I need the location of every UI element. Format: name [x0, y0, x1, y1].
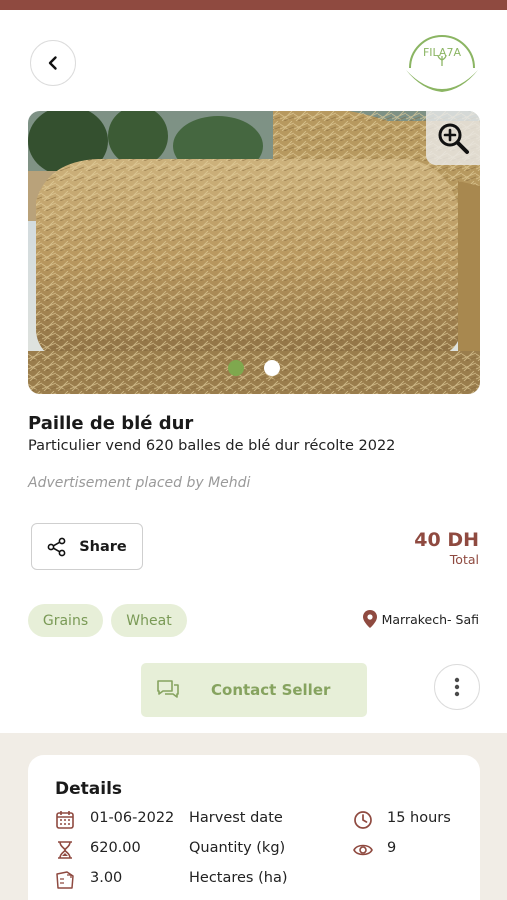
details-title: Details	[55, 779, 123, 799]
chat-icon	[157, 680, 179, 698]
listing-subtitle: Particulier vend 620 balles de blé dur r…	[28, 438, 396, 454]
carousel-indicators	[28, 360, 480, 376]
harvest-date-value: 01-06-2022	[90, 810, 175, 826]
quantity-value: 620.00	[90, 840, 141, 856]
carousel-dot-active[interactable]	[228, 360, 244, 376]
more-options-button[interactable]	[434, 664, 480, 710]
harvest-date-label: Harvest date	[189, 810, 283, 826]
listing-title: Paille de blé dur	[28, 413, 194, 434]
chevron-left-icon	[48, 56, 57, 70]
location-label: Marrakech- Safi	[381, 611, 479, 627]
price-amount: 40 DH	[414, 529, 479, 551]
back-button[interactable]	[30, 40, 76, 86]
contact-seller-button[interactable]: Contact Seller	[141, 663, 367, 717]
quantity-label: Quantity (kg)	[189, 840, 286, 856]
details-card: Details 01-06-2022 Harvest date 15 hours…	[28, 755, 480, 900]
hourglass-icon	[58, 841, 72, 859]
tag-wheat[interactable]: Wheat	[111, 604, 187, 637]
detail-row-harvest: 01-06-2022 Harvest date 15 hours	[28, 808, 480, 832]
tag-grains[interactable]: Grains	[28, 604, 103, 637]
detail-row-quantity: 620.00 Quantity (kg) 9	[28, 838, 480, 862]
hectares-value: 3.00	[90, 870, 123, 886]
location-pin-icon	[362, 610, 377, 628]
brand-logo[interactable]: FILA7A	[402, 28, 482, 98]
share-button[interactable]: Share	[31, 523, 143, 570]
field-area-icon	[56, 871, 74, 889]
hectares-label: Hectares (ha)	[189, 870, 288, 886]
carousel-dot[interactable]	[264, 360, 280, 376]
advertiser-note: Advertisement placed by Mehdi	[28, 475, 251, 491]
views-value: 9	[387, 840, 397, 856]
product-image-carousel[interactable]	[28, 111, 480, 394]
share-label: Share	[79, 538, 127, 555]
eye-icon	[353, 844, 373, 856]
calendar-icon	[56, 811, 74, 829]
straw-bale-photo	[28, 111, 480, 394]
clock-icon	[354, 811, 372, 829]
location: Marrakech- Safi	[362, 610, 479, 628]
posted-ago-value: 15 hours	[387, 810, 451, 826]
contact-seller-label: Contact Seller	[211, 681, 331, 699]
zoom-button[interactable]	[426, 111, 480, 165]
detail-row-hectares: 3.00 Hectares (ha)	[28, 868, 480, 892]
zoom-in-icon	[438, 123, 469, 154]
top-accent-bar	[0, 0, 507, 10]
more-vertical-icon	[454, 677, 460, 697]
share-icon	[47, 537, 66, 556]
price-note: Total	[449, 552, 479, 567]
svg-text:FILA7A: FILA7A	[423, 46, 461, 59]
